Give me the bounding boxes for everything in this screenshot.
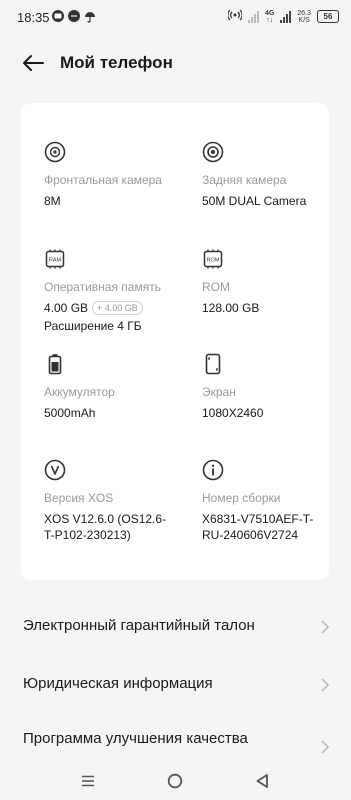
spec-label: Номер сборки [202,491,281,505]
arrow-left-icon [23,55,44,71]
menu-icon [82,775,94,787]
chat-icon [68,10,80,22]
chevron-right-icon [321,678,329,692]
spec-rom: ROM ROM 128.00 GB [202,248,322,316]
spec-label: ROM [202,280,230,294]
spec-battery: Аккумулятор 5000mAh [44,353,189,421]
list-item-label: Программа улучшения качества [23,730,248,747]
spec-value: 5000mAh [44,406,96,420]
ram-extension-text: Расширение 4 ГБ [44,319,142,333]
back-triangle-icon [256,774,268,788]
spec-label: Фронтальная камера [44,173,162,187]
spec-value: 50M DUAL Camera [202,194,307,208]
svg-text:ROM: ROM [207,258,220,264]
signal-empty-icon [248,10,260,23]
list-item-warranty[interactable]: Электронный гарантийный талон [0,607,351,647]
battery-indicator: 56 [317,10,339,23]
status-time: 18:35 [17,10,50,25]
app-bar: Мой телефон [0,40,351,86]
spec-value: XOS V12.6.0 (OS12.6-T-P102-230213) [44,512,167,542]
rom-icon: ROM [203,249,223,269]
spec-front-camera: Фронтальная камера 8M [44,141,189,209]
message-icon [52,10,64,22]
status-bar: 18:35 4G ↑↓ 26.3 K/S 56 [0,0,351,34]
spec-label: Оперативная память [44,280,161,294]
battery-icon [48,354,62,375]
ram-extension-chip: + 4.00 GB [92,301,143,315]
spec-build-number: Номер сборки X6831-V7510AEF-T-RU-240606V… [202,459,320,543]
spec-xos-version: Версия XOS XOS V12.6.0 (OS12.6-T-P102-23… [44,459,169,543]
svg-text:RAM: RAM [49,258,62,264]
rear-camera-icon [202,141,224,163]
spec-screen: Экран 1080X2460 [202,353,322,421]
notification-icons [52,10,96,28]
list-item-quality-program[interactable]: Программа улучшения качества [0,720,351,760]
nav-back-button[interactable] [249,768,275,794]
list-item-label: Юридическая информация [23,675,213,692]
info-icon [202,459,224,481]
ram-icon: RAM [45,249,65,269]
xos-icon [44,459,66,481]
umbrella-icon [84,10,96,28]
spec-value: 8M [44,194,61,208]
home-icon [167,773,183,789]
spec-label: Аккумулятор [44,385,115,399]
network-speed: 26.3 K/S [297,9,311,24]
front-camera-icon [44,141,66,163]
list-item-label: Электронный гарантийный талон [23,617,255,634]
spec-value: 4.00 GB + 4.00 GB [44,300,189,316]
spec-ram: RAM Оперативная память 4.00 GB + 4.00 GB … [44,248,189,334]
spec-label: Версия XOS [44,491,114,505]
status-right: 4G ↑↓ 26.3 K/S 56 [227,9,339,24]
page-title: Мой телефон [60,53,173,72]
chevron-right-icon [321,620,329,634]
chevron-right-icon [321,740,329,754]
signal-icon [280,10,292,23]
spec-rear-camera: Задняя камера 50M DUAL Camera [202,141,322,209]
back-button[interactable] [18,48,48,78]
spec-value: 1080X2460 [202,406,264,420]
spec-label: Задняя камера [202,173,287,187]
spec-label: Экран [202,385,236,399]
list-item-legal[interactable]: Юридическая информация [0,665,351,705]
network-type: 4G ↑↓ [265,9,275,24]
spec-value: X6831-V7510AEF-T-RU-240606V2724 [202,512,314,542]
hotspot-icon [227,9,243,24]
home-button[interactable] [162,768,188,794]
screen-icon [205,353,221,375]
specs-card: Фронтальная камера 8M Задняя камера 50M … [21,103,329,580]
spec-value: 128.00 GB [202,301,260,315]
system-nav-bar [0,760,351,800]
recent-apps-button[interactable] [75,768,101,794]
